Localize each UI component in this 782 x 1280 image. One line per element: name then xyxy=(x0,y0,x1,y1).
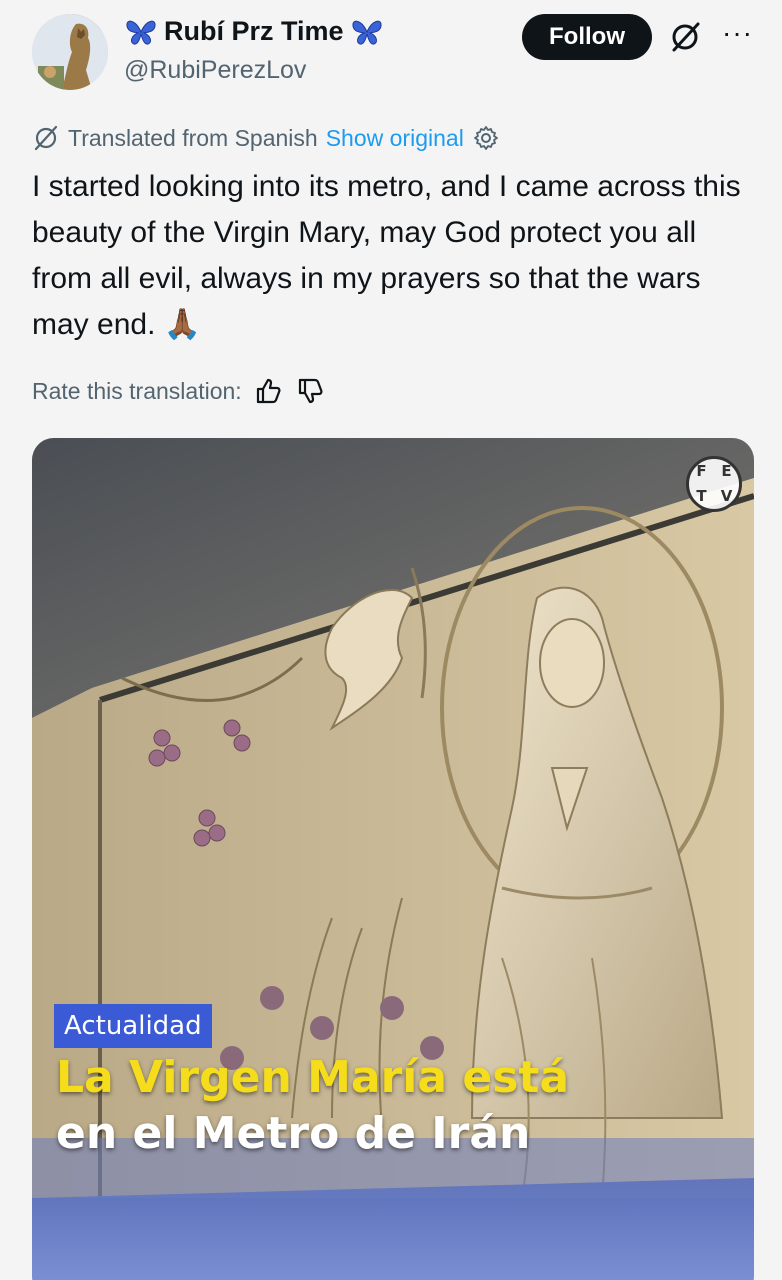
category-tag: Actualidad xyxy=(54,1004,212,1048)
grok-icon[interactable] xyxy=(668,20,702,54)
butterfly-icon xyxy=(352,20,382,45)
headline-line-2: en el Metro de Irán xyxy=(56,1108,531,1159)
thumbs-up-icon[interactable] xyxy=(254,376,284,406)
gear-icon[interactable] xyxy=(472,124,500,152)
media-headline: La Virgen María está en el Metro de Irán xyxy=(56,1050,736,1162)
headline-line-1: La Virgen María está xyxy=(56,1052,570,1103)
rate-translation-label: Rate this translation: xyxy=(32,377,242,404)
display-name: Rubí Prz Time xyxy=(164,16,344,46)
rate-translation-row: Rate this translation: xyxy=(32,376,326,406)
translate-icon xyxy=(34,125,58,151)
butterfly-icon xyxy=(126,20,156,45)
tweet-post: Rubí Prz Time @RubiPerezLov Follow ··· T… xyxy=(0,0,782,1280)
thumbs-down-icon[interactable] xyxy=(296,376,326,406)
translated-from-label: Translated from Spanish xyxy=(68,124,318,151)
fetv-logo: F E T V xyxy=(686,456,742,512)
show-original-link[interactable]: Show original xyxy=(326,125,464,152)
follow-button[interactable]: Follow xyxy=(522,14,652,60)
translation-row: Translated from Spanish Show original xyxy=(32,124,500,152)
avatar[interactable] xyxy=(32,14,108,90)
user-handle[interactable]: @RubiPerezLov xyxy=(124,56,306,85)
tweet-text: I started looking into its metro, and I … xyxy=(32,170,741,341)
more-options-icon[interactable]: ··· xyxy=(722,19,756,52)
display-name-row[interactable]: Rubí Prz Time xyxy=(124,16,384,47)
tweet-media-image[interactable]: F E T V Actualidad La Virgen María está … xyxy=(32,438,754,1280)
